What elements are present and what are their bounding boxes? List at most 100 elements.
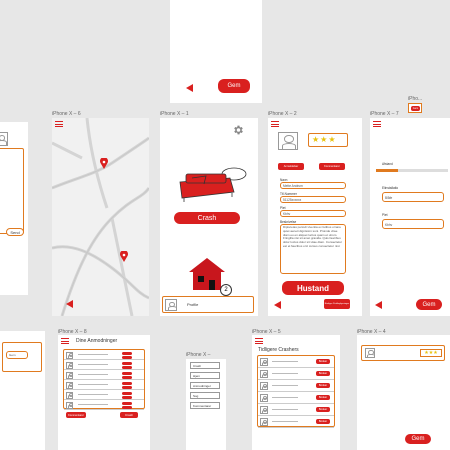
review-card: ★ ★ ★ xyxy=(361,345,445,361)
hamburger-icon[interactable] xyxy=(61,338,69,344)
name-field[interactable]: Mette Andrum xyxy=(280,182,346,189)
place-field[interactable]: Kbhv xyxy=(280,210,346,217)
row-book-button[interactable]: Booker xyxy=(316,359,330,364)
avatar-icon xyxy=(66,391,74,399)
review-stars: ★ ★ ★ xyxy=(420,349,442,357)
list-item[interactable]: Booker xyxy=(258,356,334,368)
row-book-button[interactable]: Booker xyxy=(316,371,330,376)
avatar-icon xyxy=(260,418,269,426)
small-button[interactable]: Gem xyxy=(411,106,420,111)
row-accept-button[interactable] xyxy=(122,351,132,355)
text-placeholder xyxy=(272,385,298,386)
hamburger-icon[interactable] xyxy=(271,121,279,127)
list-item[interactable] xyxy=(64,370,144,380)
hamburger-icon[interactable] xyxy=(55,121,63,127)
row-book-button[interactable]: Booker xyxy=(316,407,330,412)
gear-icon[interactable] xyxy=(232,124,244,136)
row-accept-button[interactable] xyxy=(122,401,132,405)
text-placeholder xyxy=(272,421,298,422)
profile-card[interactable]: Profile xyxy=(162,296,254,313)
back-arrow-icon[interactable] xyxy=(375,301,382,309)
list-item[interactable]: Booker xyxy=(258,368,334,380)
screen-profile: ★ ★ ★ Anmeldelser Kommentarer Navn Mette… xyxy=(268,118,362,316)
list-item[interactable]: Booker xyxy=(258,404,334,416)
comments-button[interactable]: Kommentarer xyxy=(66,412,86,418)
text-placeholder xyxy=(78,354,108,355)
phone-field[interactable]: 51125xxxxxx xyxy=(280,196,346,203)
row-accept-button[interactable] xyxy=(122,371,132,375)
message-box[interactable] xyxy=(0,148,24,234)
row-book-button[interactable]: Booker xyxy=(316,419,330,424)
row-decline-button[interactable] xyxy=(122,395,132,399)
row-decline-button[interactable] xyxy=(122,355,132,359)
avatar-icon xyxy=(260,406,269,414)
bottom-left-card[interactable]: Gem xyxy=(2,342,42,372)
comments-button[interactable]: Kommentarer xyxy=(319,163,345,170)
previous-title: Tidligere Crashers xyxy=(258,347,299,353)
list-item[interactable] xyxy=(64,400,144,410)
row-book-button[interactable]: Booker xyxy=(316,383,330,388)
progress-fill xyxy=(376,169,398,172)
menu-item[interactable]: Crash xyxy=(190,362,220,369)
edit-profile-button[interactable]: Rediger Profiloplysninger xyxy=(324,299,350,309)
menu-item[interactable]: Sog xyxy=(190,392,220,399)
reviews-button[interactable]: Anmeldelser xyxy=(278,163,304,170)
crash-button[interactable]: Crash xyxy=(174,212,240,224)
hustand-button[interactable]: Hustand xyxy=(282,281,344,295)
back-arrow-icon[interactable] xyxy=(66,300,73,308)
list-item[interactable]: Booker xyxy=(258,416,334,428)
avatar-icon xyxy=(165,299,177,311)
text-placeholder xyxy=(78,404,108,405)
list-item[interactable]: Booker xyxy=(258,392,334,404)
list-item[interactable] xyxy=(64,350,144,360)
row-decline-button[interactable] xyxy=(122,365,132,369)
avatar-icon xyxy=(365,348,375,358)
crash-button[interactable]: Crash xyxy=(120,412,138,418)
star-icon: ★ xyxy=(328,135,336,144)
avatar-icon xyxy=(260,382,269,390)
row-book-button[interactable]: Booker xyxy=(316,395,330,400)
row-decline-button[interactable] xyxy=(122,375,132,379)
list-item[interactable] xyxy=(64,360,144,370)
bottom-left-field[interactable]: Gem xyxy=(6,351,28,359)
progress-track[interactable] xyxy=(376,169,448,172)
menu-item[interactable]: Hjem xyxy=(190,372,220,379)
field1-select[interactable]: Blåfe xyxy=(382,192,444,202)
row-accept-button[interactable] xyxy=(122,361,132,365)
menu-item[interactable]: Kommentarer xyxy=(190,402,220,409)
row-decline-button[interactable] xyxy=(122,405,132,409)
row-accept-button[interactable] xyxy=(122,381,132,385)
list-item[interactable] xyxy=(64,390,144,400)
hamburger-icon[interactable] xyxy=(373,121,381,127)
map-pin-icon[interactable] xyxy=(100,158,108,169)
frame-label-x6: iPhone X – 6 xyxy=(52,111,81,117)
star-icon: ★ xyxy=(320,135,328,144)
star-icon: ★ xyxy=(312,135,320,144)
avatar-icon xyxy=(278,132,298,150)
hamburger-icon[interactable] xyxy=(255,338,263,344)
menu-item[interactable]: Anmodninger xyxy=(190,382,220,389)
row-decline-button[interactable] xyxy=(122,385,132,389)
row-accept-button[interactable] xyxy=(122,391,132,395)
screen-x4: ★ ★ ★ Gem xyxy=(357,335,450,450)
map-pin-icon[interactable] xyxy=(120,251,128,262)
save-button[interactable]: Gem xyxy=(405,434,431,444)
back-arrow-icon[interactable] xyxy=(186,84,193,92)
text-placeholder xyxy=(272,409,298,410)
send-button[interactable]: Send xyxy=(6,228,24,236)
list-item[interactable] xyxy=(64,380,144,390)
avatar-icon xyxy=(66,381,74,389)
text-placeholder xyxy=(272,397,298,398)
screen-menu: Crash Hjem Anmodninger Sog Kommentarer xyxy=(186,359,226,450)
profile-label: Profile xyxy=(187,302,199,307)
requests-list xyxy=(63,349,145,410)
description-field[interactable]: Dipiscetas periodi viventia ex fetibus o… xyxy=(280,224,346,274)
save-button[interactable]: Gem xyxy=(218,79,250,93)
avatar-icon xyxy=(66,361,74,369)
save-button[interactable]: Gem xyxy=(416,299,442,310)
back-arrow-icon[interactable] xyxy=(274,301,281,309)
text-placeholder xyxy=(78,394,108,395)
text-placeholder xyxy=(272,361,298,362)
field2-select[interactable]: Kbhv xyxy=(382,219,444,229)
list-item[interactable]: Booker xyxy=(258,380,334,392)
